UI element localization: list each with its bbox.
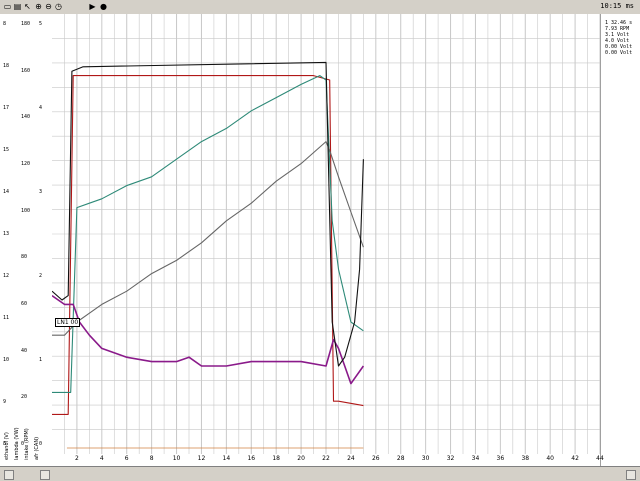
y-axis-2: 180 160 140 120 100 80 60 40 20 0 (20, 14, 30, 450)
series-label-3: intake (RPM) (24, 428, 30, 460)
y-tick-label: 8 (3, 21, 7, 27)
status-box-left (4, 470, 14, 480)
series-line-gray (52, 141, 364, 336)
y-tick-label: 80 (21, 254, 28, 261)
y-tick-label: 14 (3, 189, 10, 195)
x-tick-label: 38 (521, 455, 530, 462)
x-tick-label: 22 (322, 455, 330, 462)
toolbar: ▭ ▤ ↖ ⊕ ⊖ ◷ ▶ ● (0, 0, 640, 15)
x-tick-label: 44 (596, 455, 604, 462)
clock-readout: 10:15 ms (600, 2, 634, 10)
y-tick-label: 18 (3, 63, 10, 69)
y-tick-label: 5 (39, 21, 43, 27)
x-tick-label: 40 (546, 455, 554, 462)
y-axis-3: 543210 (38, 14, 48, 450)
y-tick-label: 120 (21, 161, 31, 167)
x-tick-label: 10 (172, 455, 181, 462)
readout-6: 0.00 Volt (605, 50, 633, 56)
series-line-black (52, 61, 364, 367)
series-label-1: ethanol (V) (4, 432, 10, 460)
series-line-purple (52, 294, 365, 385)
y-tick-label: 2 (39, 273, 43, 279)
y-tick-label: 15 (3, 147, 10, 153)
status-bar (0, 466, 640, 481)
y-tick-label: 13 (3, 231, 10, 237)
x-tick-label: 12 (197, 455, 206, 462)
x-tick-label: 24 (347, 455, 355, 462)
cursor-label[interactable]: LN1 00 (55, 318, 81, 327)
x-tick-label: 14 (222, 455, 231, 462)
y-tick-label: 140 (21, 114, 31, 121)
y-tick-label: 20 (21, 394, 28, 401)
x-tick-label: 36 (496, 455, 505, 462)
y-tick-label: 3 (39, 189, 43, 195)
series-label-4: afr (CAN) (34, 436, 40, 460)
status-box-2 (40, 470, 50, 480)
play-icon[interactable]: ▶ (88, 2, 97, 11)
x-tick-label: 20 (297, 455, 305, 462)
y-tick-label: 4 (39, 105, 43, 111)
status-box-right (626, 470, 636, 480)
cursor-icon[interactable]: ↖ (23, 2, 32, 11)
chart-plot-area[interactable] (52, 14, 600, 454)
x-tick-label: 4 (99, 455, 104, 462)
print-icon[interactable]: ▤ (13, 2, 22, 11)
x-axis: 2 4 6 8 10 12 14 16 18 20 22 24 26 28 30 32 34 36 38 40 42 44 (52, 454, 604, 466)
clock-icon[interactable]: ◷ (54, 2, 63, 11)
chart-svg[interactable] (52, 14, 600, 454)
y-tick-label: 11 (3, 315, 10, 321)
y-tick-label: 1 (39, 357, 43, 363)
x-tick-label: 8 (149, 455, 154, 462)
x-tick-label: 34 (471, 455, 480, 462)
y-tick-label: 9 (3, 399, 7, 405)
x-tick-label: 28 (396, 455, 405, 462)
y-tick-label: 60 (21, 301, 28, 307)
x-tick-label: 26 (371, 455, 380, 462)
x-tick-label: 6 (124, 455, 129, 462)
y-axis-1: 8 18 17 15 14 13 12 11 10 9 8 (2, 14, 12, 450)
x-tick-label: 30 (421, 455, 430, 462)
open-icon[interactable]: ▭ (3, 2, 12, 11)
zoom-out-icon[interactable]: ⊖ (44, 2, 53, 11)
x-tick-label: 42 (571, 455, 579, 462)
record-icon[interactable]: ● (99, 2, 108, 11)
x-tick-label: 2 (74, 455, 79, 462)
series-label-2: lambda (VW) (14, 427, 20, 460)
y-tick-label: 180 (21, 21, 31, 27)
x-tick-label: 32 (446, 455, 455, 462)
y-axis-panel: 8 18 17 15 14 13 12 11 10 9 8 180 160 140 120 100 80 60 4… (0, 14, 53, 466)
y-tick-label: 12 (3, 273, 10, 279)
readout-panel: 1 32.46 s 7.93 RPM 3.1 Volt 4.0 Volt 0.0… (600, 14, 640, 466)
y-tick-label: 100 (21, 207, 31, 214)
zoom-in-icon[interactable]: ⊕ (34, 2, 43, 11)
y-tick-label: 160 (21, 67, 31, 74)
x-tick-label: 16 (247, 455, 256, 462)
y-tick-label: 10 (3, 357, 10, 363)
y-tick-label: 40 (21, 347, 28, 354)
x-tick-label: 18 (272, 455, 280, 462)
y-tick-label: 17 (3, 105, 10, 111)
